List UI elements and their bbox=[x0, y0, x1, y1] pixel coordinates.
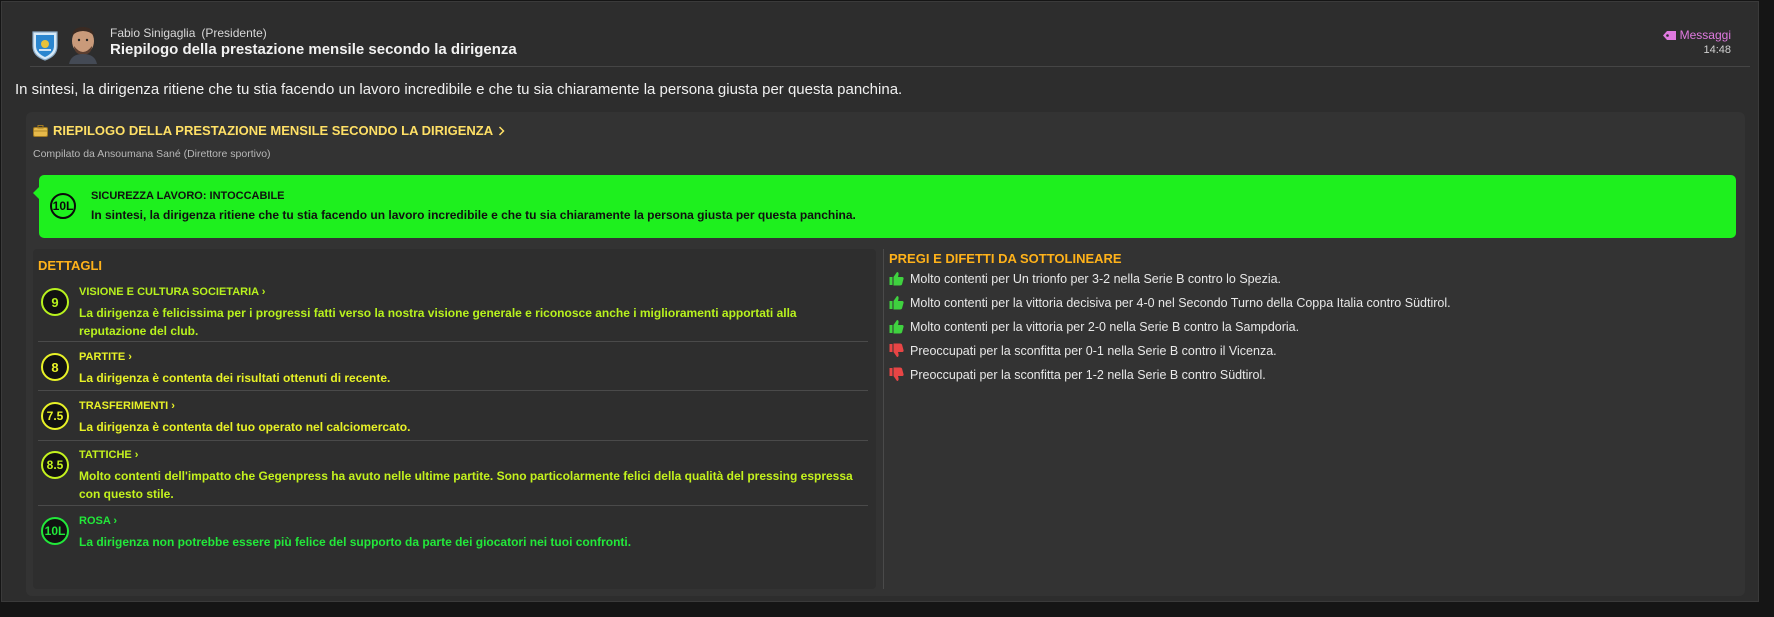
score-badge: 10L bbox=[41, 517, 69, 545]
detail-text: La dirigenza è felicissima per i progres… bbox=[79, 306, 797, 338]
pros-cons-item: Preoccupati per la sconfitta per 1-2 nel… bbox=[889, 367, 1266, 382]
divider bbox=[38, 341, 868, 342]
pros-cons-text: Preoccupati per la sconfitta per 1-2 nel… bbox=[910, 367, 1266, 382]
thumbs-up-icon bbox=[889, 320, 904, 334]
details-section: DETTAGLI 9 VISIONE E CULTURA SOCIETARIA … bbox=[33, 249, 876, 589]
sender-line: Fabio Sinigaglia (Presidente) bbox=[110, 26, 267, 40]
avatar bbox=[69, 27, 97, 64]
message-window: Fabio Sinigaglia (Presidente) Riepilogo d… bbox=[1, 1, 1759, 602]
message-time: 14:48 bbox=[1703, 44, 1731, 56]
detail-title-matches[interactable]: PARTITE › bbox=[79, 351, 132, 363]
job-security-badge: 10L bbox=[50, 193, 76, 219]
message-tag-icon bbox=[1662, 30, 1676, 40]
score-badge: 9 bbox=[41, 288, 69, 316]
score-badge: 8 bbox=[41, 353, 69, 381]
detail-title-tactics[interactable]: TATTICHE › bbox=[79, 449, 138, 461]
club-badge-icon bbox=[32, 31, 58, 61]
pros-cons-text: Molto contenti per la vittoria per 2-0 n… bbox=[910, 319, 1300, 334]
details-title: DETTAGLI bbox=[38, 258, 103, 273]
column-divider bbox=[883, 249, 884, 589]
detail-title-squad[interactable]: ROSA › bbox=[79, 515, 117, 527]
chevron-right-icon bbox=[499, 125, 505, 136]
sender-name[interactable]: Fabio Sinigaglia bbox=[110, 26, 195, 40]
thumbs-down-icon bbox=[889, 367, 904, 381]
pros-cons-title: PREGI E DIFETTI DA SOTTOLINEARE bbox=[889, 251, 1122, 266]
detail-title-vision[interactable]: VISIONE E CULTURA SOCIETARIA › bbox=[79, 286, 265, 298]
report-title: RIEPILOGO DELLA PRESTAZIONE MENSILE SECO… bbox=[53, 123, 494, 138]
report-title-link[interactable]: RIEPILOGO DELLA PRESTAZIONE MENSILE SECO… bbox=[33, 123, 505, 138]
pros-cons-text: Molto contenti per Un trionfo per 3-2 ne… bbox=[910, 271, 1282, 286]
messages-link[interactable]: Messaggi bbox=[1662, 28, 1731, 42]
thumbs-up-icon bbox=[889, 272, 904, 286]
sender-role: (Presidente) bbox=[201, 26, 267, 40]
pros-cons-text: Molto contenti per la vittoria decisiva … bbox=[910, 295, 1451, 310]
pros-cons-item: Preoccupati per la sconfitta per 0-1 nel… bbox=[889, 343, 1277, 358]
thumbs-up-icon bbox=[889, 296, 904, 310]
job-security-box: 10L SICUREZZA LAVORO: INTOCCABILE In sin… bbox=[33, 175, 1736, 238]
score-badge: 7.5 bbox=[41, 402, 69, 430]
score-badge: 8.5 bbox=[41, 451, 69, 479]
divider bbox=[38, 390, 868, 391]
compiled-by: Compilato da Ansoumana Sané (Direttore s… bbox=[33, 148, 271, 160]
report-panel: RIEPILOGO DELLA PRESTAZIONE MENSILE SECO… bbox=[26, 112, 1745, 596]
scrollbar[interactable] bbox=[1760, 0, 1774, 617]
detail-title-transfers[interactable]: TRASFERIMENTI › bbox=[79, 400, 175, 412]
thumbs-down-icon bbox=[889, 343, 904, 357]
divider bbox=[38, 505, 868, 506]
briefcase-icon bbox=[33, 124, 48, 137]
pros-cons-item: Molto contenti per la vittoria decisiva … bbox=[889, 295, 1451, 310]
message-subject: Riepilogo della prestazione mensile seco… bbox=[110, 41, 517, 58]
detail-text: La dirigenza non potrebbe essere più fel… bbox=[79, 535, 632, 549]
pros-cons-item: Molto contenti per Un trionfo per 3-2 ne… bbox=[889, 271, 1281, 286]
detail-text: Molto contenti dell'impatto che Gegenpre… bbox=[79, 469, 853, 501]
message-header: Fabio Sinigaglia (Presidente) Riepilogo d… bbox=[2, 2, 1758, 66]
header-divider bbox=[30, 66, 1750, 67]
summary-text: In sintesi, la dirigenza ritiene che tu … bbox=[15, 81, 903, 98]
pros-cons-text: Preoccupati per la sconfitta per 0-1 nel… bbox=[910, 343, 1277, 358]
divider bbox=[38, 440, 868, 441]
detail-text: La dirigenza è contenta del tuo operato … bbox=[79, 420, 411, 434]
detail-text: La dirigenza è contenta dei risultati ot… bbox=[79, 371, 391, 385]
job-security-title: SICUREZZA LAVORO: INTOCCABILE bbox=[91, 190, 285, 202]
pros-cons-item: Molto contenti per la vittoria per 2-0 n… bbox=[889, 319, 1299, 334]
job-security-text: In sintesi, la dirigenza ritiene che tu … bbox=[91, 208, 856, 222]
messages-label: Messaggi bbox=[1679, 28, 1731, 42]
